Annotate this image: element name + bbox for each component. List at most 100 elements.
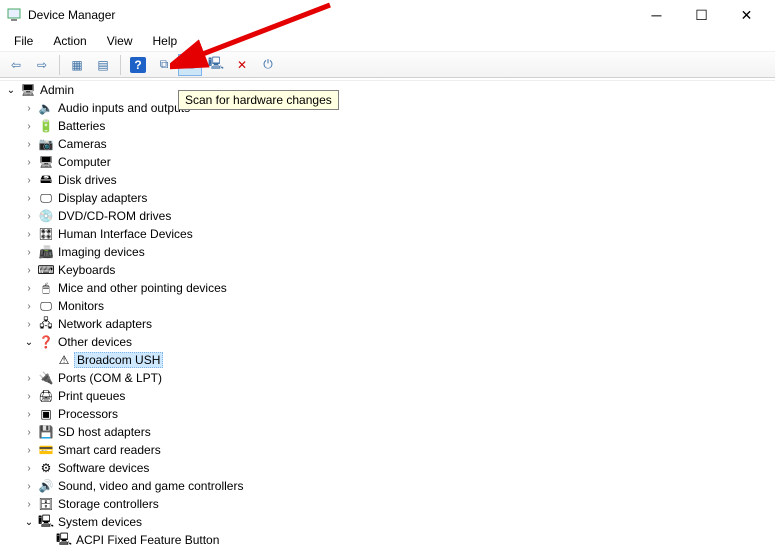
category-label: Ports (COM & LPT) [56, 371, 164, 385]
category-disk-drives[interactable]: ›🖴Disk drives [22, 171, 775, 189]
menu-help[interactable]: Help [143, 32, 188, 50]
category-label: Keyboards [56, 263, 117, 277]
grid-icon: ▦ [71, 58, 82, 72]
chevron-right-icon[interactable]: › [22, 263, 36, 277]
category-other-devices[interactable]: ⌄❓Other devices [22, 333, 775, 351]
minimize-button[interactable]: ─ [634, 1, 679, 29]
hid-icon: 🎛 [38, 226, 54, 242]
chevron-right-icon[interactable]: › [22, 119, 36, 133]
disk-icon: 🖴 [38, 172, 54, 188]
toolbar: ⇦ ⇨ ▦ ▤?⧉ 🖵 🖳 ✕⏻ [0, 52, 775, 78]
menu-view[interactable]: View [97, 32, 143, 50]
category-monitors[interactable]: ›🖵Monitors [22, 297, 775, 315]
chevron-right-icon[interactable]: › [22, 173, 36, 187]
close-button[interactable]: ✕ [724, 1, 769, 29]
speaker-icon: 🔈 [38, 100, 54, 116]
category-sound-video-and-game-controllers[interactable]: ›🔊Sound, video and game controllers [22, 477, 775, 495]
category-label: Software devices [56, 461, 151, 475]
page-icon: ▤ [97, 58, 108, 72]
scan-hardware-icon: 🖵 [184, 57, 196, 72]
sd-icon: 💾 [38, 424, 54, 440]
chevron-right-icon[interactable]: › [22, 389, 36, 403]
window-title: Device Manager [28, 8, 115, 22]
system-device-icon: 🖳 [56, 532, 72, 547]
category-display-adapters[interactable]: ›🖵Display adapters [22, 189, 775, 207]
disable-button[interactable]: ⏻ [256, 54, 280, 76]
category-label: Batteries [56, 119, 107, 133]
uninstall-button[interactable]: ✕ [230, 54, 254, 76]
menu-file[interactable]: File [4, 32, 43, 50]
category-label: Mice and other pointing devices [56, 281, 229, 295]
chevron-down-icon[interactable]: ⌄ [4, 83, 18, 97]
category-system-devices[interactable]: ⌄🖳System devices [22, 513, 775, 531]
chevron-right-icon[interactable]: › [22, 245, 36, 259]
chevron-right-icon[interactable]: › [22, 209, 36, 223]
category-smart-card-readers[interactable]: ›💳Smart card readers [22, 441, 775, 459]
category-keyboards[interactable]: ›⌨Keyboards [22, 261, 775, 279]
update-driver-button[interactable]: ⧉ [152, 54, 176, 76]
category-label: Computer [56, 155, 113, 169]
chevron-right-icon[interactable]: › [22, 425, 36, 439]
category-cameras[interactable]: ›📷Cameras [22, 135, 775, 153]
cd-icon: 💿 [38, 208, 54, 224]
properties-button[interactable]: ▤ [91, 54, 115, 76]
category-network-adapters[interactable]: ›🖧Network adapters [22, 315, 775, 333]
category-imaging-devices[interactable]: ›📠Imaging devices [22, 243, 775, 261]
menu-action[interactable]: Action [43, 32, 96, 50]
device-tree[interactable]: ⌄🖥Admin›🔈Audio inputs and outputs›🔋Batte… [0, 81, 775, 547]
category-ports-com-lpt-[interactable]: ›🔌Ports (COM & LPT) [22, 369, 775, 387]
chevron-right-icon[interactable]: › [22, 407, 36, 421]
system-icon: 🖳 [38, 514, 54, 530]
unknown-device-icon: ⚠ [56, 352, 72, 368]
device-tree-pane[interactable]: ⌄🖥Admin›🔈Audio inputs and outputs›🔋Batte… [0, 80, 775, 547]
chevron-down-icon[interactable]: ⌄ [22, 515, 36, 529]
category-mice-and-other-pointing-devices[interactable]: ›🖱Mice and other pointing devices [22, 279, 775, 297]
category-dvd-cd-rom-drives[interactable]: ›💿DVD/CD-ROM drives [22, 207, 775, 225]
add-hardware-icon: 🖳 [208, 54, 224, 75]
add-legacy-button[interactable]: 🖳 [204, 54, 228, 76]
device-label: ACPI Fixed Feature Button [74, 533, 221, 547]
category-sd-host-adapters[interactable]: ›💾SD host adapters [22, 423, 775, 441]
maximize-button[interactable]: ☐ [679, 1, 724, 29]
chevron-right-icon[interactable]: › [22, 317, 36, 331]
chevron-right-icon[interactable]: › [22, 191, 36, 205]
chevron-right-icon[interactable]: › [22, 497, 36, 511]
tree-root[interactable]: ⌄🖥Admin [4, 81, 775, 99]
chevron-right-icon[interactable]: › [22, 461, 36, 475]
device-broadcom-ush[interactable]: ⚠Broadcom USH [40, 351, 775, 369]
device-label: Broadcom USH [74, 352, 163, 368]
computer-icon: 🖥 [38, 154, 54, 170]
arrow-right-icon: ⇨ [37, 58, 47, 72]
other-icon: ❓ [38, 334, 54, 350]
back-button[interactable]: ⇦ [4, 54, 28, 76]
scan-hardware-button[interactable]: 🖵 [178, 54, 202, 76]
chevron-right-icon[interactable]: › [22, 371, 36, 385]
battery-icon: 🔋 [38, 118, 54, 134]
category-print-queues[interactable]: ›🖨Print queues [22, 387, 775, 405]
category-label: System devices [56, 515, 144, 529]
category-batteries[interactable]: ›🔋Batteries [22, 117, 775, 135]
category-storage-controllers[interactable]: ›🗄Storage controllers [22, 495, 775, 513]
chevron-right-icon[interactable]: › [22, 227, 36, 241]
chevron-down-icon[interactable]: ⌄ [22, 335, 36, 349]
show-hidden-button[interactable]: ▦ [65, 54, 89, 76]
category-audio-inputs-and-outputs[interactable]: ›🔈Audio inputs and outputs [22, 99, 775, 117]
forward-button[interactable]: ⇨ [30, 54, 54, 76]
category-software-devices[interactable]: ›⚙Software devices [22, 459, 775, 477]
category-human-interface-devices[interactable]: ›🎛Human Interface Devices [22, 225, 775, 243]
chevron-right-icon[interactable]: › [22, 479, 36, 493]
chevron-right-icon[interactable]: › [22, 137, 36, 151]
device-acpi-fixed-feature-button[interactable]: 🖳ACPI Fixed Feature Button [40, 531, 775, 547]
chevron-right-icon[interactable]: › [22, 281, 36, 295]
chevron-right-icon[interactable]: › [22, 299, 36, 313]
category-processors[interactable]: ›▣Processors [22, 405, 775, 423]
help-button[interactable]: ? [126, 54, 150, 76]
sound-icon: 🔊 [38, 478, 54, 494]
chevron-right-icon[interactable]: › [22, 101, 36, 115]
chevron-right-icon[interactable]: › [22, 443, 36, 457]
category-label: Audio inputs and outputs [56, 101, 192, 115]
chevron-right-icon[interactable]: › [22, 155, 36, 169]
app-icon [6, 7, 22, 23]
category-label: Cameras [56, 137, 109, 151]
category-computer[interactable]: ›🖥Computer [22, 153, 775, 171]
